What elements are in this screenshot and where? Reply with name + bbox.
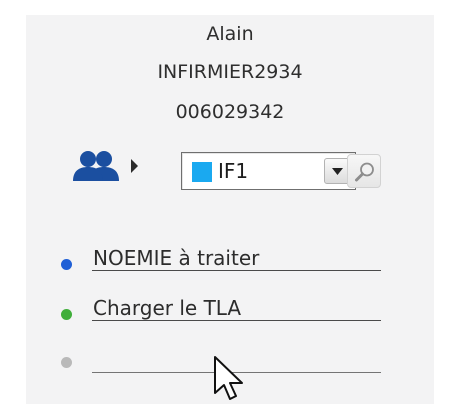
caret-right-icon [131, 159, 138, 173]
user-name: Alain [206, 23, 254, 45]
user-panel: Alain INFIRMIER2934 006029342 IF1 NOEMIE… [26, 15, 434, 404]
search-icon [355, 162, 374, 182]
team-select-value: IF1 [218, 159, 249, 183]
action-label[interactable]: NOEMIE à traiter [93, 246, 259, 270]
team-select[interactable]: IF1 [181, 152, 356, 190]
action-underline [92, 320, 381, 321]
user-id: 006029342 [175, 101, 285, 123]
action-noemie[interactable]: NOEMIE à traiter [26, 243, 434, 283]
user-role: INFIRMIER2934 [157, 61, 303, 83]
action-label[interactable]: Charger le TLA [93, 296, 241, 320]
status-dot [61, 309, 72, 320]
status-dot [61, 259, 72, 270]
search-button[interactable] [347, 154, 381, 188]
users-icon[interactable] [73, 149, 143, 189]
action-charger-tla[interactable]: Charger le TLA [26, 293, 434, 333]
team-color-swatch [192, 162, 212, 182]
mouse-cursor-icon [214, 356, 243, 400]
status-dot [61, 357, 72, 368]
action-underline [92, 270, 381, 271]
